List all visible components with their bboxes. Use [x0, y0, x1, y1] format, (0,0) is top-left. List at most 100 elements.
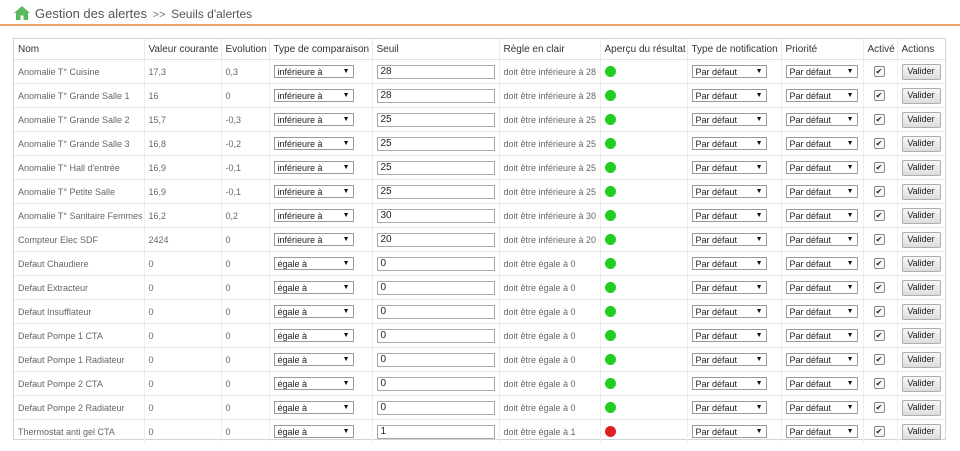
active-checkbox[interactable]: ✔: [873, 426, 885, 437]
comparison-type-select[interactable]: inférieure à ▼: [273, 209, 354, 222]
validate-button[interactable]: Valider: [901, 111, 941, 128]
priority-select[interactable]: Par défaut ▼: [785, 305, 858, 318]
priority-select[interactable]: Par défaut ▼: [785, 113, 858, 126]
notification-type-select[interactable]: Par défaut ▼: [691, 257, 767, 270]
notification-type-select[interactable]: Par défaut ▼: [691, 353, 767, 366]
chevron-down-icon: ▼: [846, 284, 854, 291]
active-checkbox[interactable]: ✔: [873, 186, 885, 197]
threshold-input[interactable]: 25: [376, 112, 495, 127]
comparison-type-select[interactable]: inférieure à ▼: [273, 185, 354, 198]
validate-button[interactable]: Valider: [901, 399, 941, 416]
active-checkbox[interactable]: ✔: [873, 234, 885, 245]
threshold-input[interactable]: 0: [376, 376, 495, 391]
notification-type-select[interactable]: Par défaut ▼: [691, 425, 767, 438]
threshold-input[interactable]: 20: [376, 232, 495, 247]
threshold-input[interactable]: 28: [376, 88, 495, 103]
active-checkbox[interactable]: ✔: [873, 354, 885, 365]
validate-button[interactable]: Valider: [901, 231, 941, 248]
active-checkbox[interactable]: ✔: [873, 330, 885, 341]
notification-type-select[interactable]: Par défaut ▼: [691, 209, 767, 222]
validate-button[interactable]: Valider: [901, 303, 941, 320]
validate-button[interactable]: Valider: [901, 423, 941, 440]
comparison-type-select[interactable]: égale à ▼: [273, 401, 354, 414]
validate-button[interactable]: Valider: [901, 183, 941, 200]
priority-select[interactable]: Par défaut ▼: [785, 401, 858, 414]
validate-button[interactable]: Valider: [901, 279, 941, 296]
threshold-input[interactable]: 0: [376, 352, 495, 367]
priority-select[interactable]: Par défaut ▼: [785, 329, 858, 342]
validate-button[interactable]: Valider: [901, 135, 941, 152]
validate-button[interactable]: Valider: [901, 351, 941, 368]
notification-type-select[interactable]: Par défaut ▼: [691, 329, 767, 342]
validate-button[interactable]: Valider: [901, 327, 941, 344]
notification-type-select[interactable]: Par défaut ▼: [691, 185, 767, 198]
validate-button[interactable]: Valider: [901, 159, 941, 176]
priority-select[interactable]: Par défaut ▼: [785, 281, 858, 294]
comparison-type-select[interactable]: inférieure à ▼: [273, 65, 354, 78]
priority-select[interactable]: Par défaut ▼: [785, 137, 858, 150]
priority-select[interactable]: Par défaut ▼: [785, 353, 858, 366]
notification-type-select[interactable]: Par défaut ▼: [691, 113, 767, 126]
threshold-input[interactable]: 0: [376, 280, 495, 295]
priority-select[interactable]: Par défaut ▼: [785, 425, 858, 438]
priority-select[interactable]: Par défaut ▼: [785, 377, 858, 390]
threshold-input[interactable]: 25: [376, 160, 495, 175]
active-checkbox[interactable]: ✔: [873, 378, 885, 389]
comparison-type-select[interactable]: égale à ▼: [273, 329, 354, 342]
validate-button[interactable]: Valider: [901, 207, 941, 224]
active-checkbox[interactable]: ✔: [873, 66, 885, 77]
validate-button[interactable]: Valider: [901, 375, 941, 392]
threshold-input[interactable]: 0: [376, 256, 495, 271]
active-checkbox[interactable]: ✔: [873, 402, 885, 413]
comparison-type-select[interactable]: inférieure à ▼: [273, 137, 354, 150]
comparison-type-select[interactable]: inférieure à ▼: [273, 89, 354, 102]
breadcrumb-title[interactable]: Gestion des alertes: [35, 6, 147, 21]
comparison-type-select[interactable]: inférieure à ▼: [273, 233, 354, 246]
comparison-type-select[interactable]: inférieure à ▼: [273, 161, 354, 174]
threshold-input[interactable]: 25: [376, 184, 495, 199]
notification-type-select[interactable]: Par défaut ▼: [691, 377, 767, 390]
notification-type-select[interactable]: Par défaut ▼: [691, 233, 767, 246]
comparison-type-select[interactable]: égale à ▼: [273, 353, 354, 366]
notification-type-select[interactable]: Par défaut ▼: [691, 401, 767, 414]
notification-type-select[interactable]: Par défaut ▼: [691, 89, 767, 102]
notification-type-select[interactable]: Par défaut ▼: [691, 281, 767, 294]
notification-type-select[interactable]: Par défaut ▼: [691, 137, 767, 150]
comparison-type-select[interactable]: égale à ▼: [273, 281, 354, 294]
column-header-regle: Règle en clair: [498, 39, 600, 60]
comparison-type-select[interactable]: égale à ▼: [273, 377, 354, 390]
comparison-type-select[interactable]: inférieure à ▼: [273, 113, 354, 126]
comparison-type-select[interactable]: égale à ▼: [273, 305, 354, 318]
notification-type-select[interactable]: Par défaut ▼: [691, 65, 767, 78]
active-checkbox[interactable]: ✔: [873, 138, 885, 149]
priority-select[interactable]: Par défaut ▼: [785, 65, 858, 78]
active-checkbox[interactable]: ✔: [873, 282, 885, 293]
active-checkbox[interactable]: ✔: [873, 258, 885, 269]
active-checkbox[interactable]: ✔: [873, 210, 885, 221]
validate-button[interactable]: Valider: [901, 87, 941, 104]
priority-select[interactable]: Par défaut ▼: [785, 161, 858, 174]
active-checkbox[interactable]: ✔: [873, 114, 885, 125]
validate-button[interactable]: Valider: [901, 63, 941, 80]
validate-button[interactable]: Valider: [901, 255, 941, 272]
threshold-input[interactable]: 0: [376, 400, 495, 415]
active-checkbox[interactable]: ✔: [873, 306, 885, 317]
threshold-input[interactable]: 30: [376, 208, 495, 223]
priority-select[interactable]: Par défaut ▼: [785, 257, 858, 270]
threshold-input[interactable]: 0: [376, 328, 495, 343]
notification-type-select[interactable]: Par défaut ▼: [691, 305, 767, 318]
priority-select[interactable]: Par défaut ▼: [785, 89, 858, 102]
threshold-input[interactable]: 0: [376, 304, 495, 319]
priority-select[interactable]: Par défaut ▼: [785, 209, 858, 222]
threshold-input[interactable]: 1: [376, 424, 495, 439]
comparison-type-select[interactable]: égale à ▼: [273, 257, 354, 270]
priority-select[interactable]: Par défaut ▼: [785, 185, 858, 198]
threshold-input[interactable]: 25: [376, 136, 495, 151]
active-checkbox[interactable]: ✔: [873, 162, 885, 173]
comparison-type-select[interactable]: égale à ▼: [273, 425, 354, 438]
threshold-input[interactable]: 28: [376, 64, 495, 79]
active-checkbox[interactable]: ✔: [873, 90, 885, 101]
notification-type-select[interactable]: Par défaut ▼: [691, 161, 767, 174]
priority-select[interactable]: Par défaut ▼: [785, 233, 858, 246]
home-icon[interactable]: [13, 5, 31, 21]
